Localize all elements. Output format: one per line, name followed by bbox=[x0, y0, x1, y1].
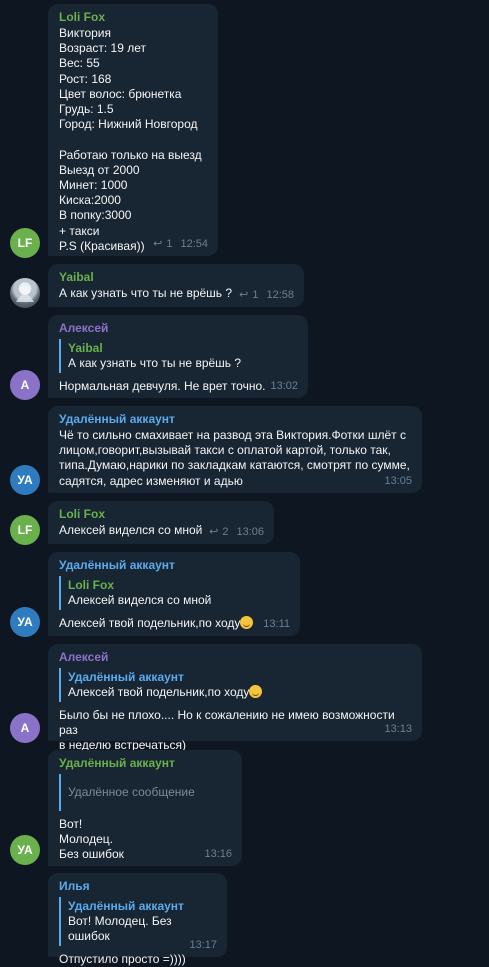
quote-text-content: Алексей твой подельник,по ходу bbox=[68, 685, 250, 699]
message-bubble[interactable]: Удалённый аккаунт Loli Fox Алексей видел… bbox=[48, 552, 300, 636]
quote-sender: Удалённый аккаунт bbox=[68, 670, 184, 684]
sender-name[interactable]: Удалённый аккаунт bbox=[59, 755, 231, 771]
avatar-initials: УА bbox=[17, 615, 33, 629]
message-meta: ↩ 1 12:54 bbox=[153, 237, 208, 251]
message-meta: 13:16 bbox=[204, 848, 232, 860]
replies-count[interactable]: 2 bbox=[222, 526, 228, 538]
message-meta: 13:11 bbox=[263, 618, 290, 630]
replies-icon[interactable]: ↩ bbox=[209, 525, 218, 538]
quoted-reply[interactable]: Удалённый аккаунт Алексей твой подельник… bbox=[59, 668, 411, 702]
message-meta: 13:02 bbox=[270, 380, 298, 392]
avatar-photo[interactable] bbox=[10, 278, 40, 308]
avatar[interactable]: LF bbox=[10, 515, 40, 545]
message-bubble[interactable]: Алексей Удалённый аккаунт Алексей твой п… bbox=[48, 644, 422, 752]
quote-text: Алексей твой подельник,по ходу bbox=[68, 685, 411, 700]
message-time: 13:17 bbox=[189, 939, 217, 951]
message-text: Было бы не плохо.... Но к сожалению не и… bbox=[59, 708, 395, 753]
message-bubble[interactable]: Yaibal А как узнать что ты не врёшь ? ↩ … bbox=[48, 264, 304, 307]
message-text: Алексей твой подельник,по ходу bbox=[59, 616, 289, 631]
message-bubble[interactable]: Loli Fox Виктория Возраст: 19 лет Вес: 5… bbox=[48, 4, 218, 256]
avatar[interactable]: А bbox=[10, 713, 40, 743]
message-time: 13:11 bbox=[263, 618, 290, 630]
message-text-content: Алексей твой подельник,по ходу bbox=[59, 616, 241, 630]
message-bubble[interactable]: Удалённый аккаунт Удалённое сообщение Во… bbox=[48, 750, 242, 866]
message-text: Нормальная девчуля. Не врет точно. bbox=[59, 379, 266, 393]
message-meta: 13:13 bbox=[384, 723, 412, 735]
quoted-reply[interactable]: Yaibal А как узнать что ты не врёшь ? bbox=[59, 339, 297, 373]
quote-text: Алексей виделся со мной bbox=[68, 593, 212, 607]
avatar[interactable]: А bbox=[10, 370, 40, 400]
sender-name[interactable]: Loli Fox bbox=[59, 9, 207, 25]
replies-count[interactable]: 1 bbox=[166, 238, 172, 250]
message-meta: ↩ 1 12:58 bbox=[239, 288, 294, 302]
quoted-reply-deleted[interactable]: Удалённое сообщение bbox=[59, 774, 231, 811]
message-bubble[interactable]: Loli Fox Алексей виделся со мной ↩ 2 13:… bbox=[48, 501, 274, 544]
sender-name[interactable]: Yaibal bbox=[59, 269, 293, 285]
sender-name[interactable]: Loli Fox bbox=[59, 506, 263, 522]
message-time: 13:05 bbox=[384, 475, 412, 487]
message-time: 13:13 bbox=[384, 723, 412, 735]
grinning-sweat-emoji-icon bbox=[240, 616, 254, 629]
quote-sender: Удалённый аккаунт bbox=[68, 899, 184, 913]
quote-sender: Yaibal bbox=[68, 341, 103, 355]
message-text: Виктория Возраст: 19 лет Вес: 55 Рост: 1… bbox=[59, 26, 202, 253]
message-meta: 13:05 bbox=[384, 475, 412, 487]
message-time: 13:16 bbox=[204, 848, 232, 860]
message-time: 12:54 bbox=[180, 237, 208, 250]
sender-name[interactable]: Илья bbox=[59, 878, 216, 894]
avatar[interactable]: УА bbox=[10, 607, 40, 637]
quote-text: А как узнать что ты не врёшь ? bbox=[68, 356, 242, 370]
sender-name[interactable]: Алексей bbox=[59, 320, 297, 336]
avatar[interactable]: УА bbox=[10, 465, 40, 495]
avatar-initials: LF bbox=[17, 236, 33, 250]
quote-sender: Loli Fox bbox=[68, 578, 114, 592]
avatar[interactable]: УА bbox=[10, 835, 40, 865]
message-meta: 13:17 bbox=[189, 939, 217, 951]
replies-icon[interactable]: ↩ bbox=[239, 288, 248, 301]
avatar-initials: LF bbox=[17, 523, 33, 537]
message-bubble[interactable]: Удалённый аккаунт Чё то сильно смахивает… bbox=[48, 406, 422, 493]
avatar-image-icon bbox=[16, 285, 34, 302]
message-time: 12:58 bbox=[266, 288, 294, 301]
message-meta: ↩ 2 13:06 bbox=[209, 525, 264, 539]
message-time: 13:02 bbox=[270, 380, 298, 392]
avatar[interactable]: LF bbox=[10, 228, 40, 258]
quoted-reply[interactable]: Loli Fox Алексей виделся со мной bbox=[59, 576, 289, 610]
message-text: Чё то сильно смахивает на развод эта Вик… bbox=[59, 428, 410, 488]
message-bubble[interactable]: Илья Удалённый аккаунт Вот! Молодец. Без… bbox=[48, 873, 227, 966]
sender-name[interactable]: Удалённый аккаунт bbox=[59, 557, 289, 573]
sender-name[interactable]: Удалённый аккаунт bbox=[59, 411, 411, 427]
avatar-initials: УА bbox=[17, 843, 33, 857]
grinning-sweat-emoji-icon bbox=[249, 685, 263, 698]
avatar-initials: А bbox=[20, 378, 30, 392]
message-bubble[interactable]: Алексей Yaibal А как узнать что ты не вр… bbox=[48, 315, 308, 398]
replies-count[interactable]: 1 bbox=[252, 289, 258, 301]
message-time: 13:06 bbox=[236, 525, 264, 538]
avatar-initials: УА bbox=[17, 473, 33, 487]
replies-icon[interactable]: ↩ bbox=[153, 237, 162, 250]
avatar-initials: А bbox=[20, 721, 30, 735]
quote-text: Удалённое сообщение bbox=[68, 785, 195, 799]
sender-name[interactable]: Алексей bbox=[59, 649, 411, 665]
